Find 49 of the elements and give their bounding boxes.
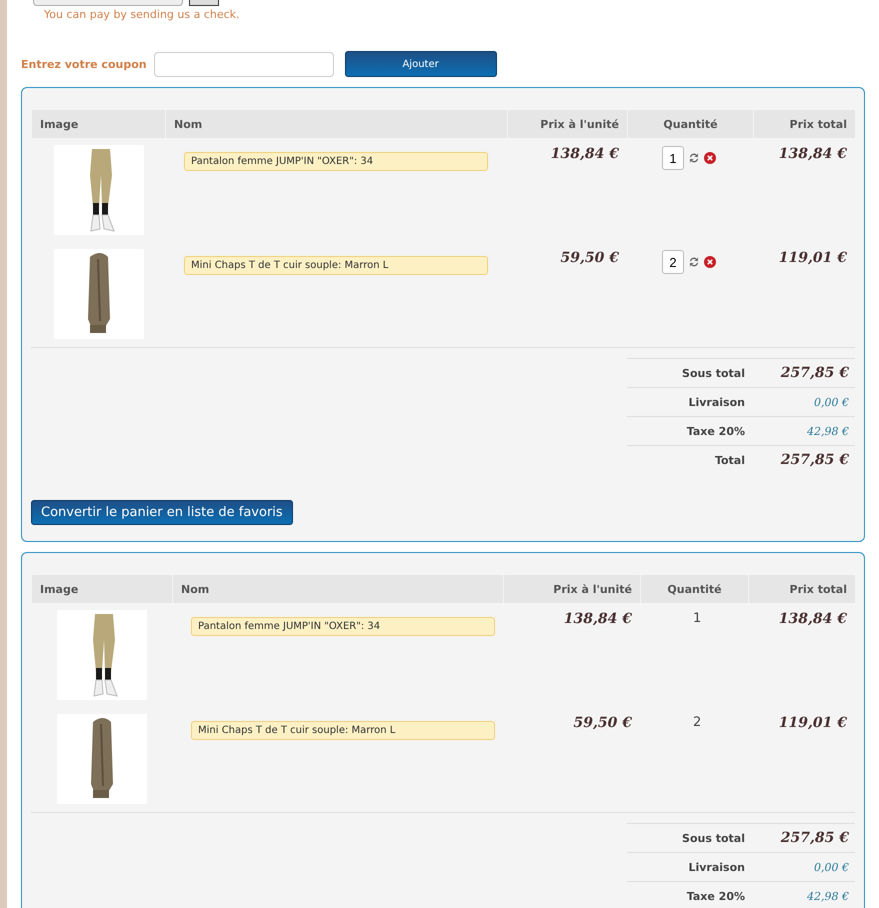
quantity: 2	[693, 715, 702, 730]
summary-value: 257,85 €	[780, 452, 850, 468]
unit-price: 59,50 €	[560, 250, 619, 266]
column-header: Prix total	[753, 110, 855, 138]
unit-price: 138,84 €	[564, 611, 632, 627]
quantity-field[interactable]: 1	[662, 146, 684, 170]
product-name: Pantalon femme JUMP'IN "OXER": 34	[184, 152, 488, 171]
add-button[interactable]: Ajouter	[344, 51, 497, 77]
line-total: 119,01 €	[778, 715, 847, 731]
column-header: Prix à l'unité	[507, 110, 627, 138]
column-header: Quantité	[640, 575, 748, 603]
column-header: Nom	[172, 575, 503, 603]
product-name: Mini Chaps T de T cuir souple: Marron L	[191, 721, 495, 740]
column-header: Quantité	[627, 110, 753, 138]
remove-icon[interactable]	[704, 152, 716, 164]
column-header: Prix total	[748, 575, 855, 603]
column-header: Image	[31, 575, 172, 603]
summary-label: Livraison	[687, 396, 745, 408]
line-total: 119,01 €	[778, 250, 847, 266]
quantity: 1	[693, 611, 702, 626]
quantity-field[interactable]: 2	[662, 250, 684, 274]
summary-value: 257,85 €	[780, 830, 850, 846]
line-total: 138,84 €	[778, 146, 847, 162]
column-header: Image	[31, 110, 165, 138]
convert-to-favorites-button[interactable]: Convertir le panier en liste de favoris	[31, 500, 293, 525]
summary-label: Taxe 20%	[686, 890, 745, 902]
summary-value: 42,98 €	[806, 424, 850, 438]
refresh-icon[interactable]	[688, 152, 700, 164]
product-name: Pantalon femme JUMP'IN "OXER": 34	[191, 617, 495, 636]
line-total: 138,84 €	[778, 611, 847, 627]
column-header: Nom	[165, 110, 507, 138]
summary-label: Total	[714, 454, 745, 466]
remove-icon[interactable]	[704, 256, 716, 268]
payment-note: You can pay by sending us a check.	[43, 8, 241, 21]
summary-value: 0,00 €	[813, 396, 850, 408]
refresh-icon[interactable]	[688, 256, 700, 268]
summary-label: Sous total	[681, 832, 745, 844]
summary-label: Taxe 20%	[686, 424, 745, 438]
column-header: Prix à l'unité	[503, 575, 640, 603]
coupon-field[interactable]	[154, 52, 334, 76]
summary-value: 42,98 €	[806, 890, 850, 902]
unit-price: 138,84 €	[550, 146, 619, 162]
summary-value: 257,85 €	[780, 365, 850, 381]
summary-label: Sous total	[681, 366, 745, 380]
summary-label: Livraison	[687, 860, 745, 874]
unit-price: 59,50 €	[574, 715, 632, 731]
coupon-label: Entrez votre coupon	[21, 58, 147, 70]
product-name: Mini Chaps T de T cuir souple: Marron L	[184, 256, 488, 275]
summary-value: 0,00 €	[813, 860, 850, 874]
